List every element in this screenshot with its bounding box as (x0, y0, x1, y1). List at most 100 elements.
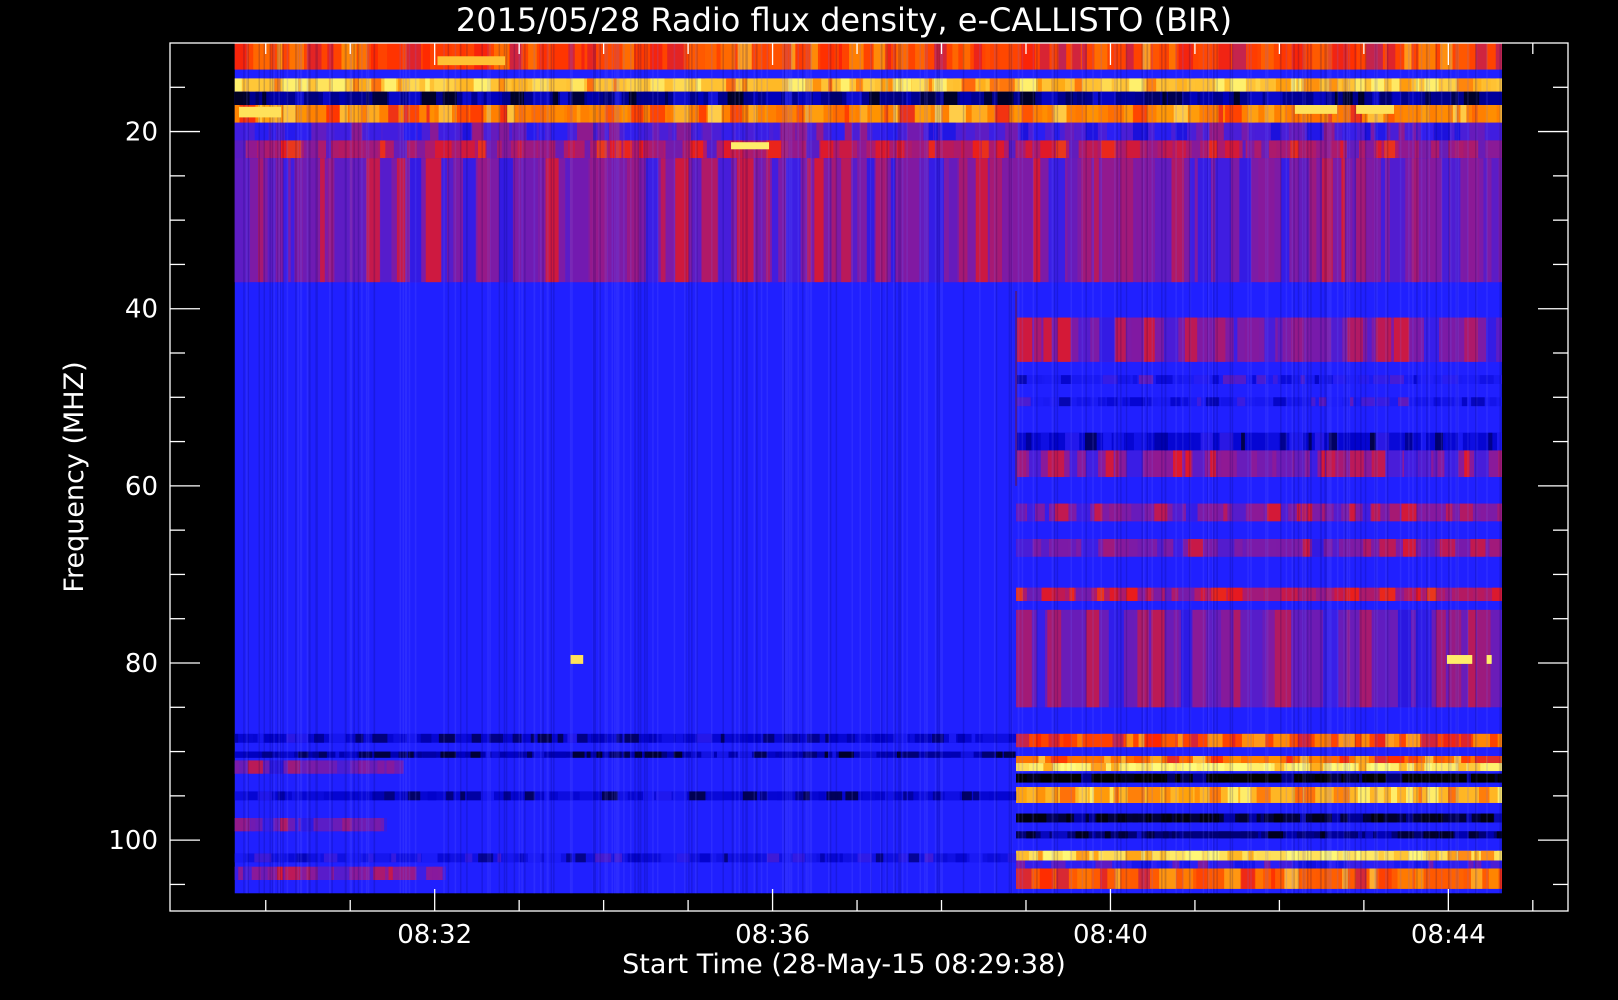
band-texture (1100, 91, 1116, 105)
band-texture (832, 751, 837, 758)
streak (263, 43, 266, 894)
streak (881, 43, 883, 894)
band-texture (463, 158, 476, 283)
band-texture (1040, 831, 1050, 839)
band-texture (1033, 375, 1043, 384)
band-texture (981, 140, 989, 159)
band-texture (1304, 78, 1320, 92)
band-texture (698, 105, 707, 123)
band-texture (769, 43, 785, 70)
band-texture (420, 733, 432, 743)
band-texture (375, 853, 390, 863)
streak (1310, 43, 1312, 894)
band-texture (565, 158, 570, 283)
band-texture (838, 43, 842, 70)
band-texture (631, 105, 644, 123)
band-texture (380, 140, 386, 159)
band-texture (1439, 140, 1449, 159)
band-texture (1218, 105, 1224, 123)
band-texture (1133, 432, 1148, 451)
band-texture (1093, 850, 1099, 861)
band-texture (1400, 78, 1412, 92)
band-texture (1490, 860, 1500, 869)
streak (1188, 43, 1191, 894)
band-texture (337, 760, 351, 774)
band-texture (1241, 432, 1245, 451)
band-texture (417, 751, 422, 758)
band-texture (1256, 375, 1267, 384)
band-texture (1043, 763, 1053, 772)
band-texture (909, 733, 915, 743)
band-texture (1074, 78, 1082, 92)
band-texture (975, 158, 988, 283)
streak (790, 43, 793, 894)
band-texture (1332, 813, 1341, 823)
band-texture (824, 751, 829, 758)
band-texture (1078, 317, 1091, 362)
streak (643, 43, 646, 894)
band-texture (1457, 850, 1472, 861)
band-texture (1357, 787, 1370, 803)
band-texture (920, 91, 937, 105)
band-texture (1085, 78, 1098, 92)
band-texture (255, 91, 259, 105)
band-texture (1268, 773, 1279, 783)
streak (357, 43, 360, 894)
band-texture (873, 43, 885, 70)
band-texture (1427, 158, 1437, 283)
streak (1354, 43, 1356, 894)
streak (1412, 43, 1414, 894)
band-texture (320, 158, 325, 283)
streak (938, 43, 940, 894)
band-texture (1058, 43, 1067, 70)
band-texture (1392, 91, 1401, 105)
streak (571, 43, 573, 894)
band-texture (333, 866, 350, 880)
band-texture (1175, 122, 1187, 141)
streak (505, 43, 508, 894)
streak (278, 43, 280, 894)
band-texture (1060, 763, 1065, 772)
band-texture (575, 853, 586, 863)
band-texture (1167, 773, 1175, 783)
band-texture (288, 853, 295, 863)
band-texture (1193, 375, 1210, 384)
y-tick-label: 20 (125, 118, 158, 148)
streak (1306, 43, 1309, 894)
heatmap-spot (1356, 105, 1395, 114)
band-texture (1286, 831, 1297, 839)
streak (611, 43, 614, 894)
streak (1304, 43, 1306, 894)
streak (934, 43, 937, 894)
band-texture (389, 91, 401, 105)
streak (1291, 43, 1294, 894)
band-texture (982, 733, 994, 743)
band-texture (247, 760, 263, 774)
band-texture (1154, 158, 1172, 283)
band-texture (924, 853, 934, 863)
band-texture (1163, 140, 1173, 159)
band-texture (1059, 397, 1071, 407)
band-texture (587, 78, 594, 92)
band-texture (430, 105, 435, 123)
streak (1467, 43, 1469, 894)
band-texture (1233, 91, 1240, 105)
band-texture (1093, 91, 1098, 105)
heatmap-spot (238, 106, 282, 118)
band-texture (973, 791, 980, 801)
band-texture (1041, 91, 1058, 105)
streak (569, 43, 572, 894)
band-texture (1346, 140, 1360, 159)
band-texture (860, 751, 877, 758)
streak (273, 43, 275, 894)
x-tick-label: 08:40 (1073, 920, 1148, 950)
band-texture (1276, 450, 1293, 477)
heatmap-area (234, 43, 1502, 894)
band-texture (624, 122, 639, 141)
band-texture (844, 122, 852, 141)
band-texture (1389, 503, 1400, 522)
streak (1081, 43, 1084, 894)
band-texture (1016, 450, 1027, 477)
streak (1017, 43, 1020, 894)
streak (673, 43, 676, 894)
